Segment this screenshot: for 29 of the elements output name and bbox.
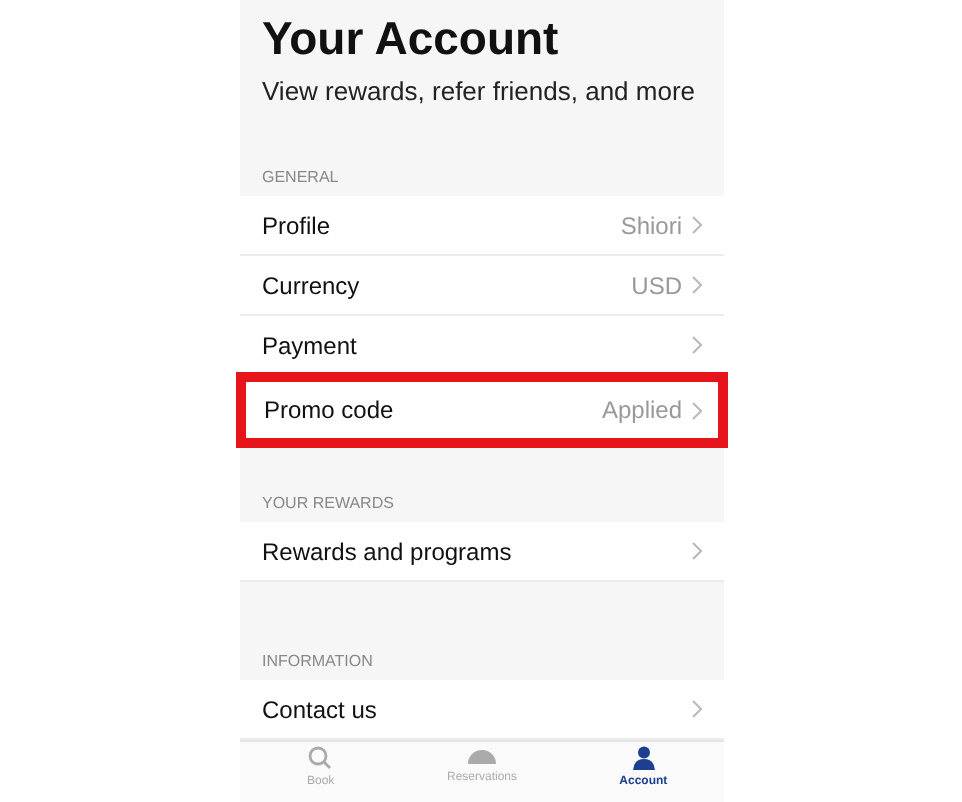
chevron-icon: [692, 276, 702, 295]
row-label: Promo code: [264, 396, 394, 425]
settings-row[interactable]: Rewards and programs: [240, 522, 724, 582]
settings-row[interactable]: Profile Shiori: [240, 196, 724, 257]
row-value: Applied: [601, 396, 682, 425]
row-label: Profile: [262, 211, 331, 240]
row-value: Shiori: [620, 211, 682, 240]
settings-row[interactable]: Promo code Applied: [236, 372, 728, 449]
settings-row[interactable]: Payment: [240, 316, 724, 377]
row-value: USD: [631, 271, 682, 300]
section-header: YOUR REWARDS: [262, 494, 394, 512]
page-title: Your Account: [262, 10, 561, 68]
chevron-icon: [692, 216, 702, 235]
section-header: INFORMATION: [262, 652, 373, 671]
row-label: Rewards and programs: [262, 537, 512, 565]
section-header: GENERAL: [262, 168, 339, 187]
row-label: Currency: [262, 271, 360, 300]
cloche-icon: [466, 746, 498, 767]
chevron-icon: [692, 401, 702, 420]
row-label: Payment: [262, 331, 357, 360]
chevron-icon: [692, 542, 702, 560]
chevron-icon: [692, 336, 702, 355]
search-icon: [308, 746, 333, 771]
person-icon: [631, 746, 656, 771]
page-subtitle: View rewards, refer friends, and more: [262, 76, 698, 108]
settings-row[interactable]: Contact us: [240, 680, 724, 741]
row-label: Contact us: [262, 695, 377, 724]
chevron-icon: [692, 700, 702, 719]
settings-row[interactable]: Currency USD: [240, 256, 724, 317]
